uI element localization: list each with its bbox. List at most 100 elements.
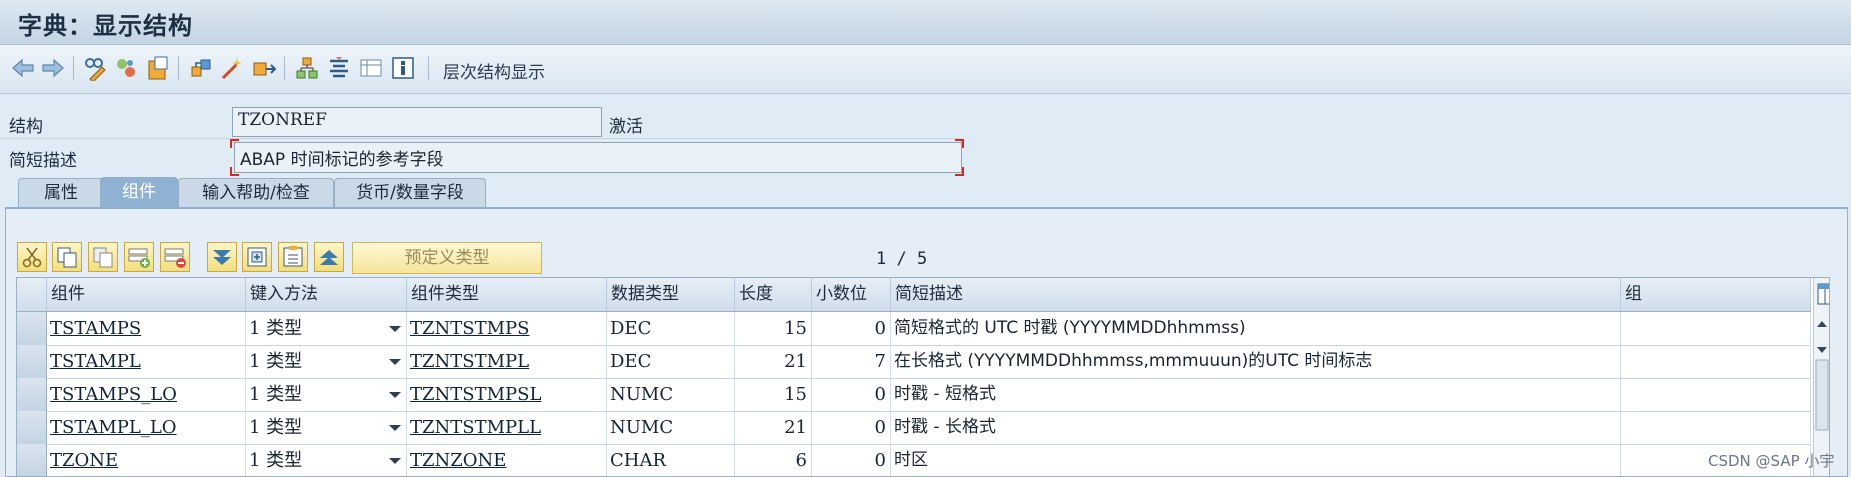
group[interactable] — [1621, 312, 1811, 345]
info-icon[interactable] — [390, 55, 416, 81]
vertical-scrollbar[interactable] — [1813, 278, 1829, 476]
column-selection-icon[interactable] — [1817, 282, 1829, 306]
table-row[interactable]: TSTAMPS_LO 1 类型 TZNTSTMPSL NUMC 15 0 时戳 … — [17, 378, 1811, 412]
length: 15 — [735, 378, 812, 411]
row-selector[interactable] — [17, 312, 47, 345]
col-header-short-description[interactable]: 简短描述 — [891, 278, 1621, 311]
delete-row-icon[interactable] — [160, 242, 190, 272]
insert-row-icon[interactable] — [124, 242, 154, 272]
toolbar-separator — [73, 56, 74, 80]
row-selector[interactable] — [17, 378, 47, 411]
table-row[interactable]: TSTAMPL_LO 1 类型 TZNTSTMPLL NUMC 21 0 时戳 … — [17, 411, 1811, 445]
divider — [0, 138, 960, 139]
display-change-icon[interactable] — [82, 55, 108, 83]
title-bar: 字典：显示结构 — [0, 0, 1851, 45]
typing-method[interactable]: 1 类型 — [246, 378, 407, 411]
window-title: 字典：显示结构 — [18, 11, 193, 40]
components-table: 组件 键入方法 组件类型 数据类型 长度 小数位 简短描述 组 TSTAMPS … — [16, 277, 1830, 477]
tab-input-help-check[interactable]: 输入帮助/检查 — [178, 178, 334, 207]
length: 21 — [735, 411, 812, 444]
col-header-data-type[interactable]: 数据类型 — [607, 278, 735, 311]
status-text: 激活 — [609, 117, 643, 137]
col-header-component-type[interactable]: 组件类型 — [407, 278, 607, 311]
component-name[interactable]: TSTAMPS_LO — [47, 378, 246, 411]
app-toolbar: 层次结构显示 — [0, 45, 1851, 94]
paste-row-icon[interactable] — [88, 242, 118, 272]
check-icon[interactable] — [145, 55, 171, 81]
layout-icon[interactable] — [358, 55, 384, 81]
short-desc-label: 简短描述 — [9, 151, 77, 171]
row-selector[interactable] — [17, 345, 47, 378]
data-type: DEC — [607, 345, 735, 378]
predefined-type-button[interactable]: 预定义类型 — [352, 242, 542, 274]
back-icon[interactable] — [10, 55, 36, 81]
decimals: 0 — [812, 312, 891, 345]
short-description: 时戳 - 短格式 — [891, 378, 1621, 411]
structure-label: 结构 — [9, 117, 43, 137]
display-navigation-icon[interactable] — [294, 55, 320, 81]
data-type: CHAR — [607, 444, 735, 476]
forward-icon[interactable] — [40, 55, 66, 81]
page-indicator: 1 / 5 — [876, 249, 928, 269]
where-used-icon[interactable] — [219, 55, 245, 81]
col-header-component[interactable]: 组件 — [47, 278, 246, 311]
table-row[interactable]: TSTAMPL 1 类型 TZNTSTMPL DEC 21 7 在长格式 (YY… — [17, 345, 1811, 379]
component-name[interactable]: TSTAMPL_LO — [47, 411, 246, 444]
select-block-icon[interactable] — [278, 242, 308, 272]
short-description: 简短格式的 UTC 时戳 (YYYYMMDDhhmmss) — [891, 312, 1621, 345]
typing-method[interactable]: 1 类型 — [246, 444, 407, 476]
select-all-header[interactable] — [17, 278, 47, 311]
group[interactable] — [1621, 345, 1811, 378]
tab-currency-quantity[interactable]: 货币/数量字段 — [334, 178, 486, 207]
component-name[interactable]: TSTAMPL — [47, 345, 246, 378]
row-selector[interactable] — [17, 411, 47, 444]
hierarchy-icon[interactable] — [326, 55, 352, 81]
dropdown-arrow-icon[interactable] — [389, 425, 401, 431]
dropdown-arrow-icon[interactable] — [389, 359, 401, 365]
other-object-icon[interactable] — [113, 55, 139, 81]
length: 6 — [735, 444, 812, 476]
col-header-group[interactable]: 组 — [1621, 278, 1811, 311]
component-type[interactable]: TZNTSTMPSL — [407, 378, 607, 411]
typing-method[interactable]: 1 类型 — [246, 411, 407, 444]
dropdown-arrow-icon[interactable] — [389, 458, 401, 464]
length: 15 — [735, 312, 812, 345]
structure-field[interactable]: TZONREF — [232, 107, 602, 137]
focus-corner — [230, 167, 239, 176]
copy-row-icon[interactable] — [52, 242, 82, 272]
typing-method[interactable]: 1 类型 — [246, 312, 407, 345]
tab-attributes[interactable]: 属性 — [18, 178, 104, 207]
decimals: 7 — [812, 345, 891, 378]
typing-method[interactable]: 1 类型 — [246, 345, 407, 378]
cut-row-icon[interactable] — [17, 242, 47, 272]
table-row[interactable]: TZONE 1 类型 TZNZONE CHAR 6 0 时区 — [17, 444, 1811, 476]
component-type[interactable]: TZNZONE — [407, 444, 607, 476]
dropdown-arrow-icon[interactable] — [389, 392, 401, 398]
expand-all-icon[interactable] — [314, 242, 344, 272]
component-name[interactable]: TSTAMPS — [47, 312, 246, 345]
expand-subtree-icon[interactable] — [242, 242, 272, 272]
focus-corner — [230, 139, 239, 148]
row-selector[interactable] — [17, 444, 47, 476]
object-list-icon[interactable] — [251, 55, 277, 81]
col-header-length[interactable]: 长度 — [735, 278, 812, 311]
short-description: 时区 — [891, 444, 1621, 476]
col-header-decimals[interactable]: 小数位 — [812, 278, 891, 311]
collapse-icon[interactable] — [207, 242, 237, 272]
activate-icon[interactable] — [188, 55, 214, 81]
hierarchy-display-button[interactable]: 层次结构显示 — [443, 58, 545, 83]
component-type[interactable]: TZNTSTMPL — [407, 345, 607, 378]
tab-components[interactable]: 组件 — [100, 177, 178, 208]
group[interactable] — [1621, 378, 1811, 411]
scrollbar-arrows-icon — [1815, 321, 1829, 431]
table-row[interactable]: TSTAMPS 1 类型 TZNTSTMPS DEC 15 0 简短格式的 UT… — [17, 312, 1811, 346]
group[interactable] — [1621, 411, 1811, 444]
component-name[interactable]: TZONE — [47, 444, 246, 476]
data-type: NUMC — [607, 378, 735, 411]
col-header-typing-method[interactable]: 键入方法 — [246, 278, 407, 311]
dropdown-arrow-icon[interactable] — [389, 326, 401, 332]
short-desc-field[interactable]: ABAP 时间标记的参考字段 — [234, 142, 962, 173]
short-description: 在长格式 (YYYYMMDDhhmmss,mmmuuun)的UTC 时间标志 — [891, 345, 1621, 378]
component-type[interactable]: TZNTSTMPS — [407, 312, 607, 345]
component-type[interactable]: TZNTSTMPLL — [407, 411, 607, 444]
